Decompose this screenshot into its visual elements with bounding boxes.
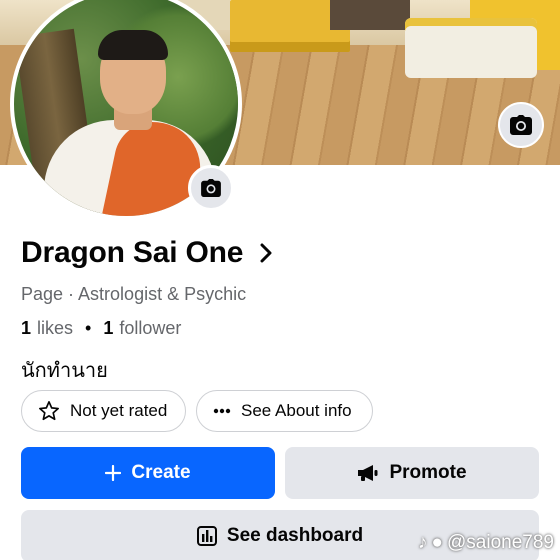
page-name: Dragon Sai One (21, 236, 244, 269)
about-info-chip-label: See About info (241, 401, 352, 420)
about-info-chip[interactable]: See About info (196, 390, 373, 432)
person-icon: ● (431, 532, 444, 553)
promote-button[interactable]: Promote (285, 447, 539, 499)
megaphone-icon (358, 465, 378, 481)
likes-label[interactable]: likes (37, 318, 73, 339)
promote-button-label: Promote (389, 462, 467, 483)
tiktok-watermark: ♪ ● @saione789 (418, 532, 554, 554)
create-button[interactable]: Create (21, 447, 275, 499)
chevron-right-icon (260, 243, 272, 263)
rating-chip-label: Not yet rated (70, 401, 168, 420)
watermark-handle: @saione789 (447, 532, 554, 553)
followers-label[interactable]: follower (119, 318, 181, 339)
cover-offering-table (405, 18, 537, 78)
page-category: Page · Astrologist & Psychic (21, 284, 247, 304)
plus-icon (105, 465, 122, 481)
camera-icon (201, 179, 221, 197)
rating-chip[interactable]: Not yet rated (21, 390, 186, 432)
star-outline-icon (39, 401, 59, 421)
page-bio: นักทำนาย (21, 358, 108, 382)
edit-cover-photo-button[interactable] (498, 102, 544, 148)
tiktok-icon: ♪ (418, 532, 428, 553)
see-dashboard-button-label: See dashboard (226, 525, 364, 546)
camera-icon (510, 115, 532, 135)
dashboard-icon (196, 526, 217, 546)
create-button-label: Create (131, 462, 191, 483)
avatar-hair (98, 30, 168, 60)
separator-dot: • (85, 318, 92, 338)
followers-count: 1 (103, 318, 114, 338)
likes-count: 1 (21, 318, 32, 338)
edit-profile-picture-button[interactable] (188, 165, 234, 211)
cover-dark-table (330, 0, 410, 30)
more-dots-icon (213, 408, 231, 414)
page-name-row[interactable]: Dragon Sai One (21, 236, 277, 270)
page-stats: 1 likes • 1 follower (21, 318, 181, 339)
